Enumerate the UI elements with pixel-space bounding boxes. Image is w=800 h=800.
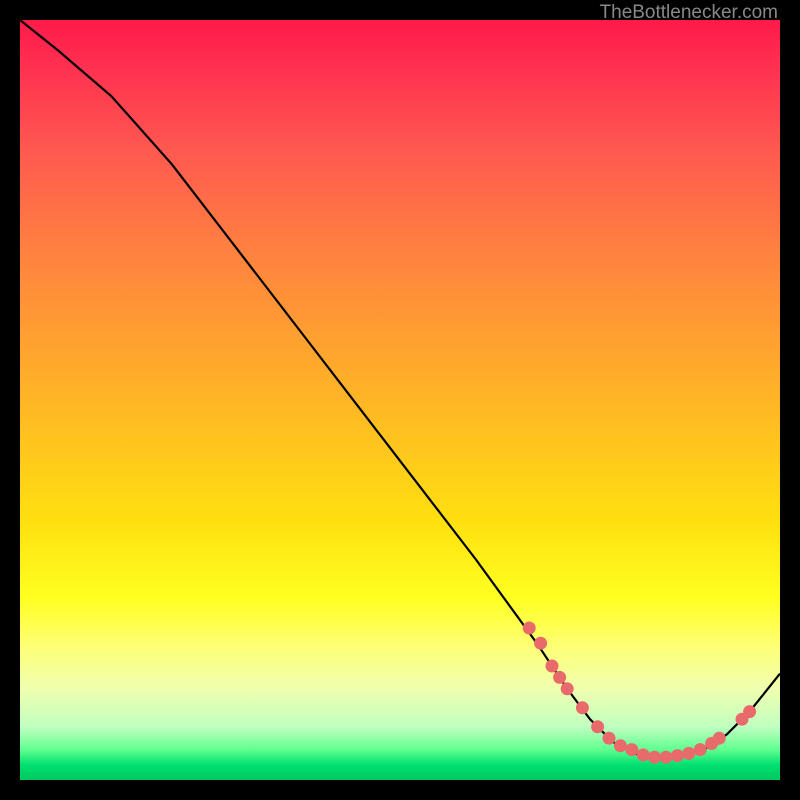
bottleneck-curve (20, 20, 780, 757)
marker-point (523, 622, 536, 635)
marker-point (660, 751, 673, 764)
marker-point (614, 739, 627, 752)
marker-point (591, 720, 604, 733)
marker-point (682, 747, 695, 760)
curve-line (20, 20, 780, 757)
chart-container (20, 20, 780, 780)
marker-point (694, 743, 707, 756)
marker-point (637, 748, 650, 761)
marker-point (713, 732, 726, 745)
marker-point (671, 749, 684, 762)
marker-point (561, 682, 574, 695)
marker-point (576, 701, 589, 714)
highlight-markers (523, 622, 756, 764)
marker-point (648, 751, 661, 764)
watermark-text: TheBottlenecker.com (600, 2, 778, 24)
marker-point (534, 637, 547, 650)
chart-svg (20, 20, 780, 780)
marker-point (625, 743, 638, 756)
marker-point (553, 671, 566, 684)
marker-point (546, 660, 559, 673)
marker-point (743, 705, 756, 718)
marker-point (603, 732, 616, 745)
